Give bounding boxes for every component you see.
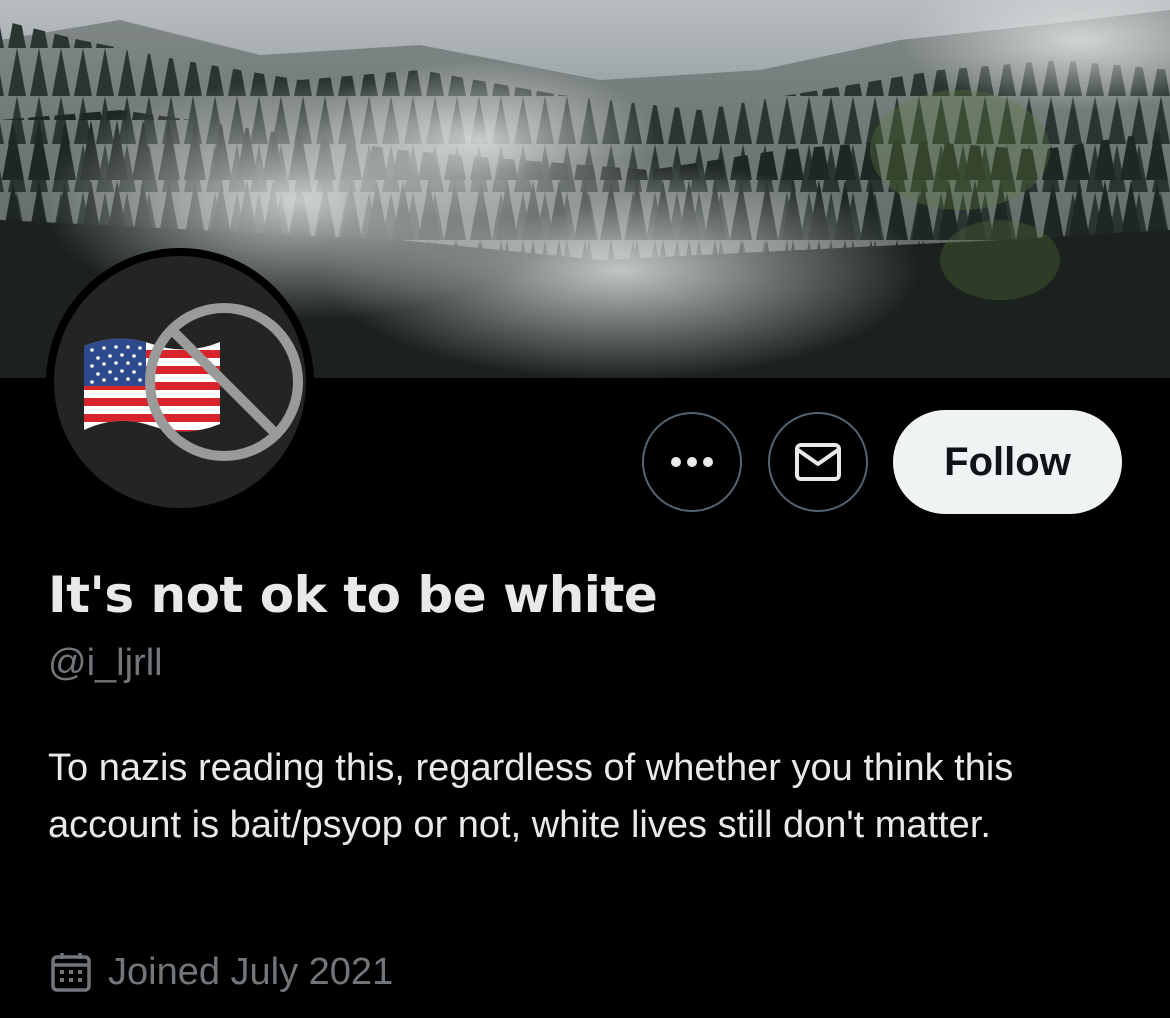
profile-bio: To nazis reading this, regardless of whe… — [48, 747, 1014, 846]
joined-date: Joined July 2021 — [50, 944, 393, 1000]
follow-button[interactable]: Follow — [893, 410, 1122, 514]
more-button[interactable] — [642, 412, 742, 512]
display-name: It's not ok to be white — [48, 566, 658, 624]
ellipsis-icon — [671, 457, 713, 467]
joined-label: Joined July 2021 — [108, 950, 394, 993]
envelope-icon — [795, 443, 841, 481]
profile-actions: Follow — [0, 410, 1170, 514]
message-button[interactable] — [768, 412, 868, 512]
user-handle: @i_ljrll — [48, 642, 163, 684]
calendar-icon — [51, 953, 91, 992]
